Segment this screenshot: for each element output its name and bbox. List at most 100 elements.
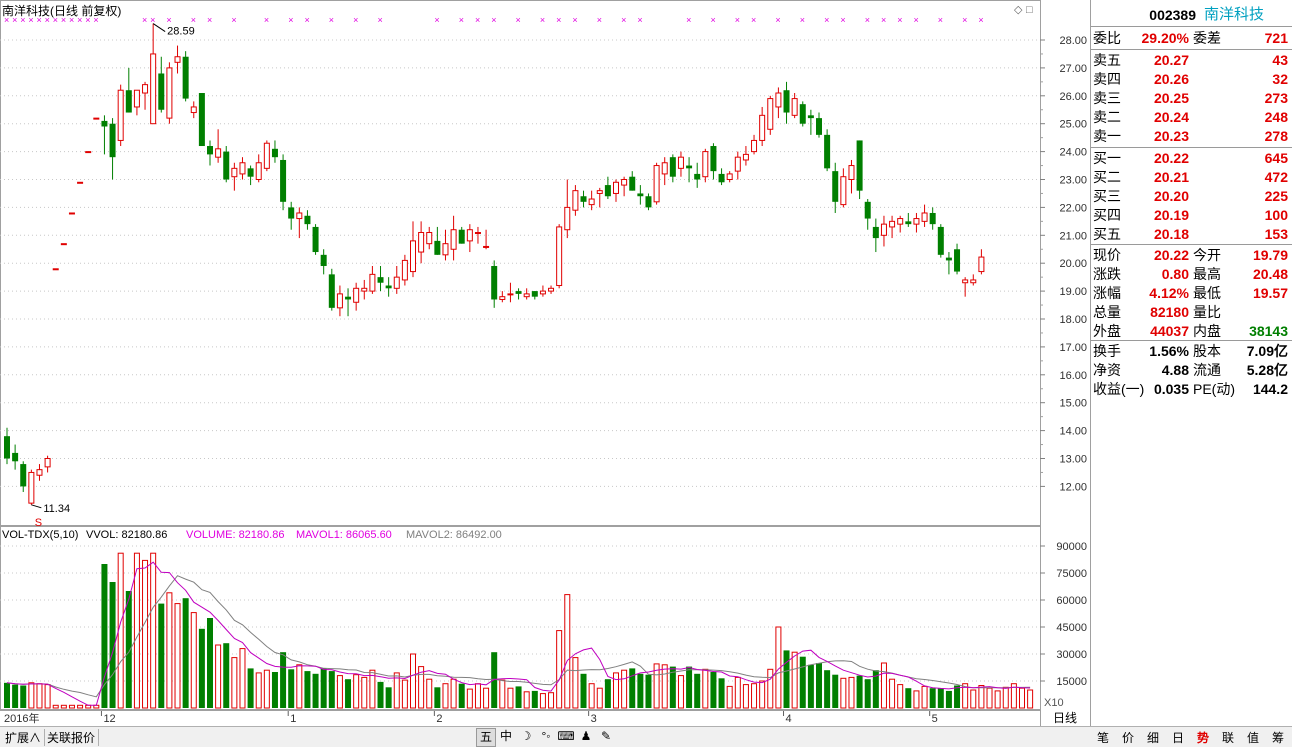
volume-bar-down <box>905 688 912 708</box>
low-label: 11.34 <box>43 503 70 515</box>
signal-x-marker: × <box>572 15 577 25</box>
volume-bar-up <box>336 675 343 709</box>
candle-body-down <box>604 185 611 197</box>
candle-body-up <box>539 290 546 295</box>
signal-x-marker: × <box>191 15 196 25</box>
signal-x-marker: × <box>735 15 740 25</box>
candle-body-down <box>629 176 636 191</box>
buy-level-label: 买二 <box>1093 169 1121 185</box>
volume-bar-down <box>580 673 587 708</box>
punctuation-icon[interactable]: °◦ <box>537 728 555 745</box>
buy-level-row: 买三 20.20 225 <box>1091 187 1292 205</box>
sell-level-row: 卖四 20.26 32 <box>1091 70 1292 88</box>
candle-body-up <box>239 162 246 175</box>
tab-value[interactable]: 值 <box>1241 729 1265 746</box>
volume-bar-up <box>474 683 481 709</box>
fin-value: 4.88 <box>1161 362 1189 378</box>
tab-chips[interactable]: 筹 <box>1266 729 1290 746</box>
tab-daily[interactable]: 日 <box>1166 729 1190 746</box>
volume-bar-up <box>52 704 59 709</box>
sell-level-price: 20.27 <box>1153 52 1189 68</box>
candle-body-up <box>68 212 75 215</box>
stat-label: 量比 <box>1193 304 1221 320</box>
sell-level-volume: 43 <box>1272 52 1288 68</box>
tab-price[interactable]: 价 <box>1116 729 1140 746</box>
tab-trend[interactable]: 势 <box>1191 729 1215 746</box>
fin-label: 股本 <box>1193 343 1221 359</box>
buy-level-row: 买二 20.21 472 <box>1091 168 1292 186</box>
stat-label: 最低 <box>1193 285 1221 301</box>
price-tick-label: 14.00 <box>1059 426 1087 438</box>
candle-body-up <box>336 293 343 309</box>
chart-area[interactable]: 28.00 27.00 26.00 25.00 24.00 23.00 22.00 21.00… <box>0 0 1091 726</box>
tab-tick[interactable]: 笔 <box>1091 729 1115 746</box>
candle-body-up <box>596 190 603 194</box>
buy-level-row: 买五 20.18 153 <box>1091 225 1292 243</box>
volume-bar-up <box>296 664 303 709</box>
volume-bar-up <box>68 704 75 709</box>
sell-level-volume: 248 <box>1264 109 1288 125</box>
candle-body-up <box>791 98 798 116</box>
volume-bar-down <box>377 681 384 708</box>
signal-x-marker: × <box>53 15 58 25</box>
candle-body-up <box>767 98 774 130</box>
volume-bar-up <box>426 678 433 709</box>
price-tick-label: 28.00 <box>1059 35 1087 47</box>
volume-bar-down <box>799 656 806 708</box>
stat-label: 内盘 <box>1193 323 1221 339</box>
candle-body-up <box>702 151 709 178</box>
sell-level-volume: 273 <box>1264 90 1288 106</box>
sell-level-row: 卖一 20.23 278 <box>1091 127 1292 145</box>
tab-related-quotes[interactable]: 关联报价 <box>44 729 100 746</box>
candle-body-down <box>637 193 644 197</box>
candle-body-up <box>410 240 416 273</box>
volume-bar-up <box>734 676 741 709</box>
signal-x-marker: × <box>913 15 918 25</box>
keyboard-icon[interactable]: ⌨ <box>557 728 575 745</box>
weicha-label: 委差 <box>1193 30 1221 46</box>
x10-label: X10 <box>1044 697 1064 709</box>
year-label: 2016年 <box>4 711 39 725</box>
volume-bar-down <box>101 564 108 708</box>
volume-bar-up <box>986 687 993 709</box>
moon-icon[interactable]: ☽ <box>517 728 535 745</box>
signal-x-marker: × <box>637 15 642 25</box>
volume-bar-up <box>239 648 246 709</box>
candle-body-up <box>742 153 749 161</box>
volume-bar-up <box>588 683 595 709</box>
fin-label: 流通 <box>1193 362 1221 378</box>
volume-bar-down <box>288 669 295 708</box>
signal-x-marker: × <box>93 15 98 25</box>
user-icon[interactable]: ♟ <box>577 728 595 745</box>
candle-body-down <box>280 159 287 202</box>
volume-bar-down <box>515 686 522 708</box>
signal-x-marker: × <box>556 15 561 25</box>
chinese-input-icon[interactable]: 中 <box>497 728 515 745</box>
candle-body-up <box>897 218 904 225</box>
signal-x-marker: × <box>840 15 845 25</box>
candle-body-down <box>304 215 311 225</box>
volume-bar-up <box>499 679 506 709</box>
candle-body-up <box>231 167 238 178</box>
five-button[interactable]: 五 <box>476 728 496 747</box>
weibi-value: 29.20% <box>1141 30 1189 46</box>
volume-tick-label: 45000 <box>1056 622 1087 634</box>
tab-detail[interactable]: 细 <box>1141 729 1165 746</box>
stat-value: 82180 <box>1150 304 1189 320</box>
volume-tick-label: 60000 <box>1056 595 1087 607</box>
sell-level-label: 卖三 <box>1093 90 1121 106</box>
sell-level-volume: 278 <box>1264 128 1288 144</box>
volume-bar-up <box>751 683 758 709</box>
stat-label: 现价 <box>1093 247 1121 263</box>
candle-body-up <box>726 173 733 180</box>
candle-body-up <box>661 162 668 175</box>
stat-value: 19.57 <box>1252 285 1288 301</box>
volume-indicator-name: VOL-TDX(5,10) <box>2 529 78 541</box>
volume-bar-up <box>572 657 579 709</box>
wrench-icon[interactable]: ✎ <box>597 728 615 745</box>
sell-level-label: 卖二 <box>1093 109 1121 125</box>
signal-x-marker: × <box>962 15 967 25</box>
tab-link[interactable]: 联 <box>1216 729 1240 746</box>
tab-expand[interactable]: 扩展∧ <box>2 729 46 746</box>
candle-body-up <box>450 229 457 250</box>
